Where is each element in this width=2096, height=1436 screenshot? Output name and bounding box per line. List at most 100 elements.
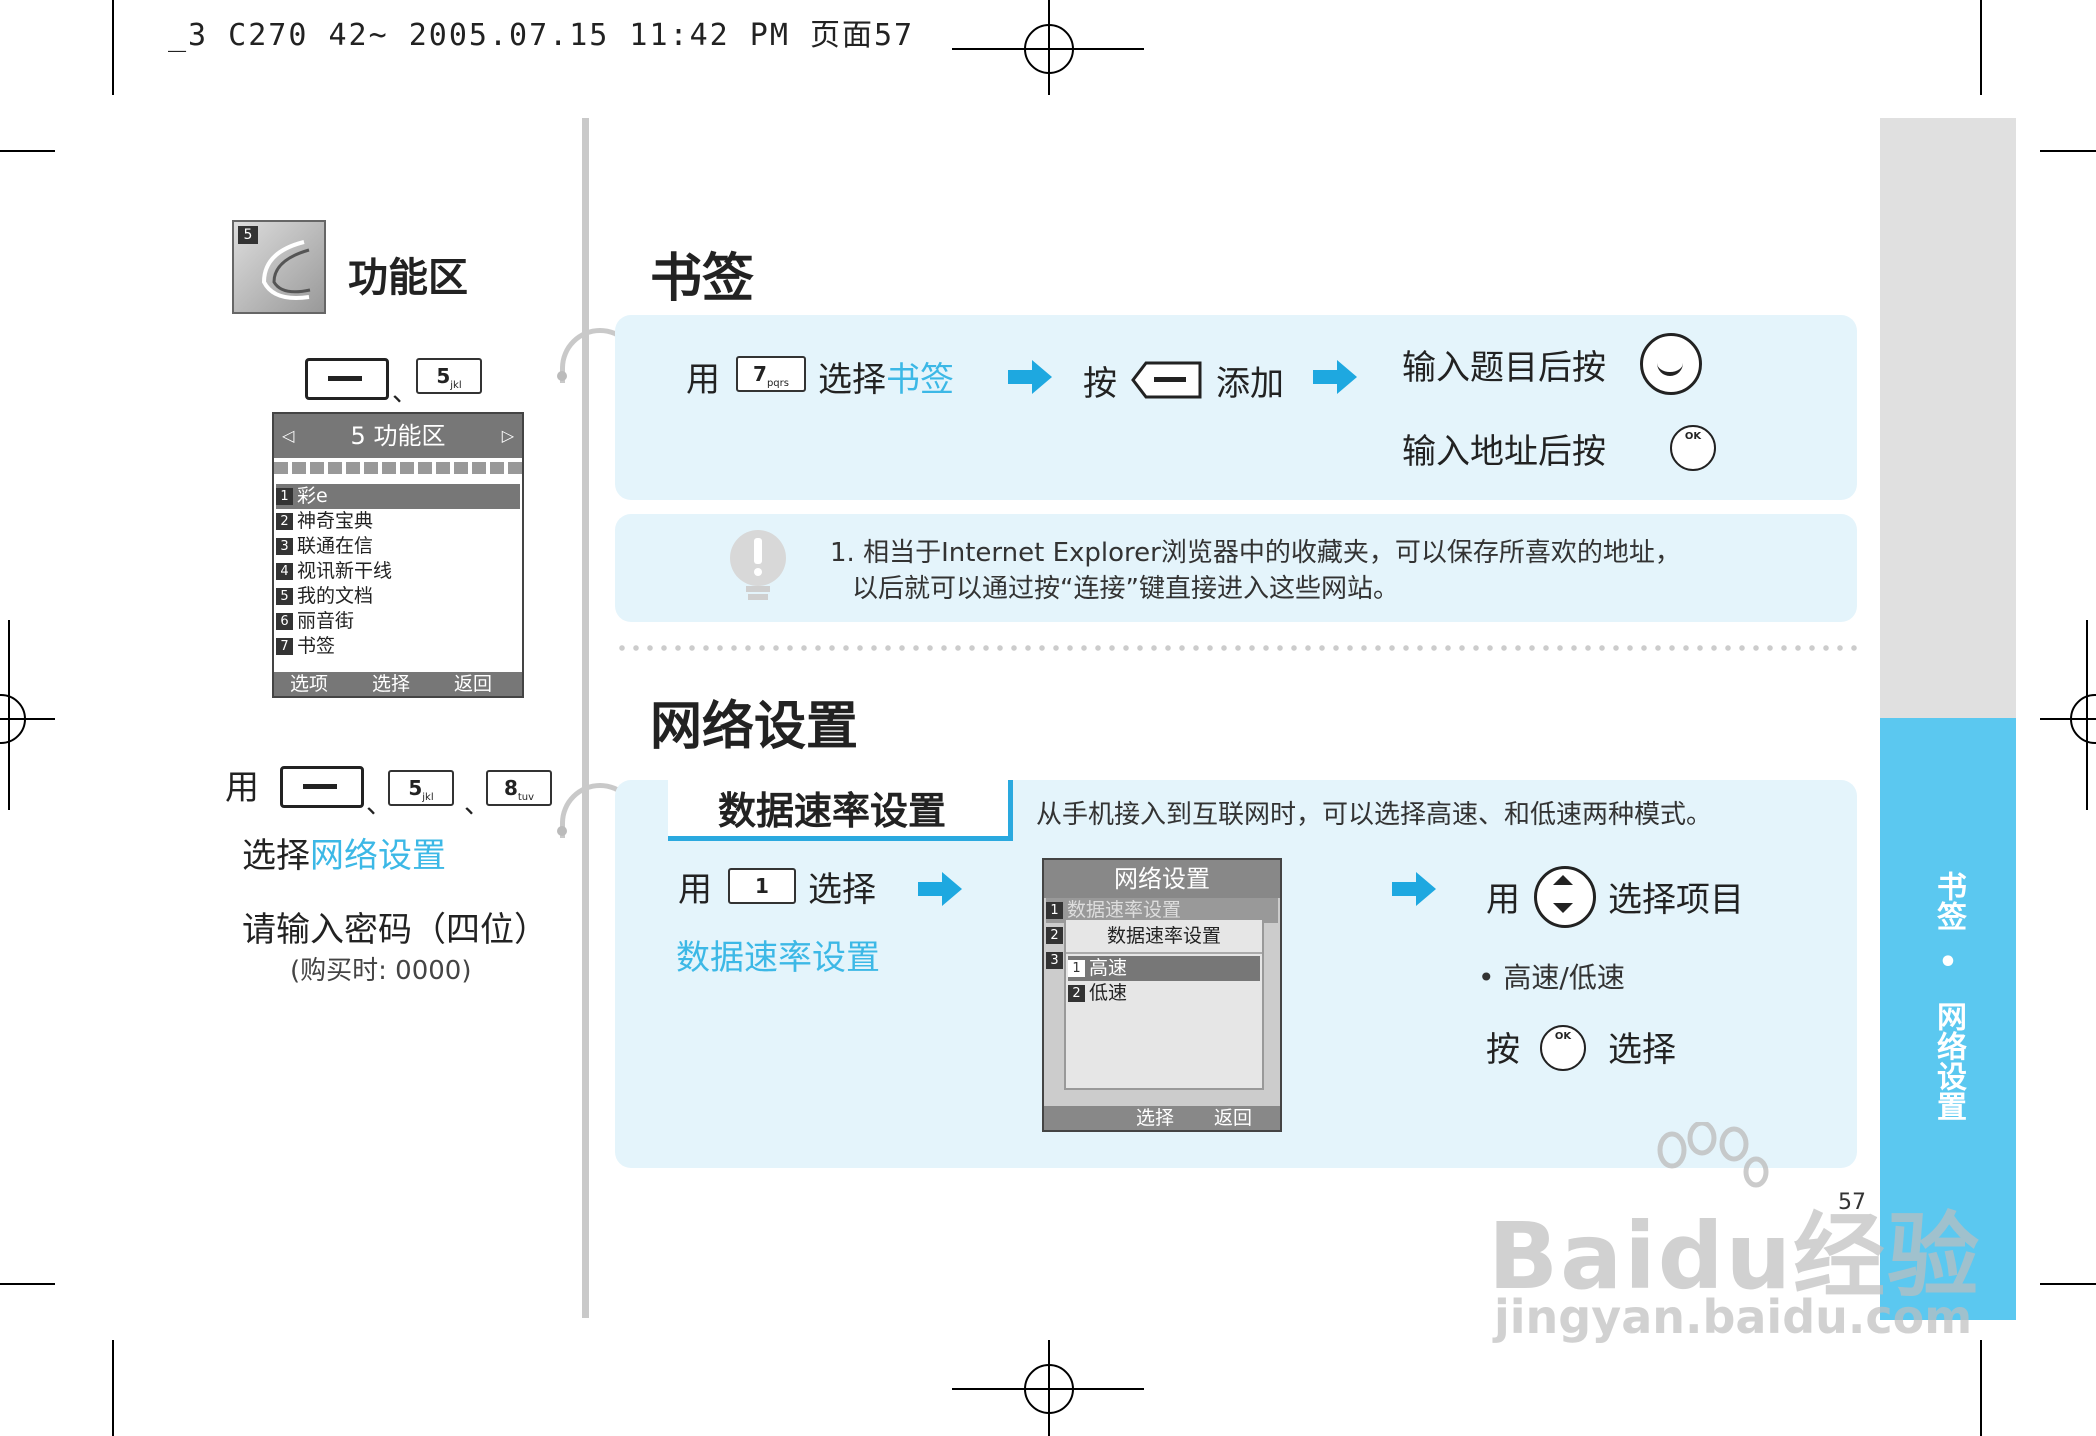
left-arrow-icon: ◁ bbox=[282, 426, 295, 445]
separator: 、 bbox=[392, 378, 419, 408]
print-header: _3 C270 42~ 2005.07.15 11:42 PM 页面57 bbox=[168, 18, 915, 53]
note-line-1: 1. 相当于Internet Explorer浏览器中的收藏夹，可以保存所喜欢的… bbox=[830, 538, 1681, 568]
popup-dialog: 数据速率设置 1 高速 2 低速 bbox=[1064, 918, 1264, 1090]
crop-mark bbox=[1048, 0, 1050, 95]
phone-screen-data-rate: 网络设置 1 数据速率设置 2 3 数据速率设置 1 高速 2 低速 选择 返回 bbox=[1042, 858, 1282, 1132]
softkey-mid: 选择 bbox=[372, 673, 411, 695]
press-label: 按 bbox=[1083, 364, 1117, 404]
select-bookmark-line: 选择书签 bbox=[818, 352, 954, 401]
crop-mark bbox=[2086, 620, 2088, 810]
key-8-label: 8 bbox=[503, 776, 518, 800]
menu-item: 1 彩e bbox=[276, 484, 520, 509]
screen-title-text: 5 功能区 bbox=[350, 422, 446, 450]
address-prompt: 输入地址后按 bbox=[1402, 432, 1606, 472]
item-index: 3 bbox=[276, 538, 293, 555]
softkey-mid: 选择 bbox=[1136, 1107, 1175, 1129]
crop-mark bbox=[0, 150, 55, 152]
sub-heading: 数据速率设置 bbox=[718, 789, 947, 833]
item-index: 1 bbox=[1046, 902, 1063, 919]
item-label: 我的文档 bbox=[297, 585, 374, 607]
title-prompt: 输入题目后按 bbox=[1402, 348, 1606, 388]
softkey-left: 选项 bbox=[290, 673, 329, 695]
press-label: 按 bbox=[1486, 1030, 1520, 1070]
ok-key-icon: OK bbox=[1540, 1025, 1586, 1071]
crop-mark bbox=[0, 1283, 55, 1285]
sidebar-dot: • bbox=[1938, 945, 1958, 980]
screen-title: ◁ 5 功能区 ▷ bbox=[274, 414, 522, 458]
key-5-icon: 5jkl bbox=[388, 770, 454, 806]
select-network-line: 选择网络设置 bbox=[242, 828, 446, 877]
key-5-sub: jkl bbox=[422, 792, 434, 803]
sidebar-tab-top bbox=[1880, 118, 2016, 718]
right-softkey-icon bbox=[1131, 361, 1202, 399]
crop-mark bbox=[1980, 0, 1982, 95]
network-description: 从手机接入到互联网时，可以选择高速、和低速两种模式。 bbox=[1036, 800, 1713, 830]
select-label: 选择 bbox=[808, 870, 876, 910]
dotted-separator bbox=[615, 645, 1860, 651]
left-softkey-icon bbox=[305, 358, 389, 400]
key-1-icon: 1 bbox=[728, 868, 796, 904]
softkey-bar: 选择 返回 bbox=[1044, 1106, 1280, 1130]
item-index: 3 bbox=[1046, 952, 1063, 969]
item-index: 1 bbox=[1068, 960, 1085, 977]
crop-mark bbox=[112, 0, 114, 95]
crop-mark bbox=[8, 620, 10, 810]
select-label: 选择 bbox=[818, 360, 886, 400]
item-label: 高速 bbox=[1089, 957, 1128, 979]
key-5-label: 5 bbox=[408, 776, 423, 800]
ok-key-icon: OK bbox=[1670, 425, 1716, 471]
key-7-sub: pqrs bbox=[766, 378, 789, 389]
menu-item: 7 书签 bbox=[276, 634, 520, 659]
tip-bulb-icon bbox=[730, 530, 786, 600]
item-label: 低速 bbox=[1089, 982, 1128, 1004]
item-label: 丽音街 bbox=[297, 610, 355, 632]
item-label: 彩e bbox=[297, 485, 328, 507]
crop-mark bbox=[2040, 150, 2096, 152]
crop-mark bbox=[112, 1340, 114, 1436]
item-index: 5 bbox=[276, 588, 293, 605]
menu-item: 3 联通在信 bbox=[276, 534, 520, 559]
select-target: 数据速率设置 bbox=[676, 938, 880, 978]
chapter-title: 功能区 bbox=[348, 255, 468, 301]
spiral-icon bbox=[261, 240, 311, 300]
section-heading-network: 网络设置 bbox=[650, 697, 859, 757]
chapter-icon: 5 bbox=[232, 220, 326, 314]
section-heading-bookmark: 书签 bbox=[650, 249, 755, 309]
watermark-url: jingyan.baidu.com bbox=[1494, 1290, 1973, 1344]
select-target: 网络设置 bbox=[310, 836, 446, 876]
item-label: 联通在信 bbox=[297, 535, 374, 557]
item-label: 视讯新干线 bbox=[297, 560, 393, 582]
nav-key-icon bbox=[1534, 866, 1596, 928]
arrow-right-icon bbox=[918, 872, 962, 906]
crop-mark bbox=[2040, 1283, 2096, 1285]
arrow-right-icon bbox=[1392, 872, 1436, 906]
password-prompt: 请输入密码（四位） bbox=[242, 910, 548, 950]
sidebar-label: 书签 • 网络设置 bbox=[1880, 865, 2016, 1133]
key-7-label: 7 bbox=[753, 362, 767, 386]
phone-screen-menu: ◁ 5 功能区 ▷ 1 彩e 2 神奇宝典 3 联通在信 4 视讯新干线 5 我的文档 6… bbox=[272, 412, 524, 698]
menu-item: 4 视讯新干线 bbox=[276, 559, 520, 584]
use-label: 用 bbox=[1486, 880, 1520, 920]
softkey-right: 返回 bbox=[454, 673, 493, 695]
item-index: 4 bbox=[276, 563, 293, 580]
tab-strip bbox=[274, 462, 522, 474]
select-prefix: 选择 bbox=[242, 836, 310, 876]
arrow-right-icon bbox=[1313, 360, 1357, 394]
popup-title: 数据速率设置 bbox=[1066, 920, 1262, 954]
key-7-icon: 7pqrs bbox=[736, 356, 806, 392]
use-label: 用 bbox=[225, 768, 259, 808]
item-index: 2 bbox=[1068, 985, 1085, 1002]
arrow-right-icon bbox=[1008, 360, 1052, 394]
item-index: 7 bbox=[276, 638, 293, 655]
select-item-label: 选择项目 bbox=[1608, 880, 1744, 920]
softkey-right: 返回 bbox=[1214, 1107, 1253, 1129]
menu-item: 2 神奇宝典 bbox=[276, 509, 520, 534]
popup-option: 2 低速 bbox=[1068, 981, 1260, 1006]
crop-mark bbox=[1980, 1340, 1982, 1436]
item-index: 1 bbox=[276, 488, 293, 505]
item-label: 神奇宝典 bbox=[297, 510, 374, 532]
add-label: 添加 bbox=[1216, 364, 1284, 404]
popup-option: 1 高速 bbox=[1068, 956, 1260, 981]
confirm-key-icon bbox=[1640, 333, 1702, 395]
sidebar-label-bottom: 网络设置 bbox=[1931, 1001, 1966, 1121]
